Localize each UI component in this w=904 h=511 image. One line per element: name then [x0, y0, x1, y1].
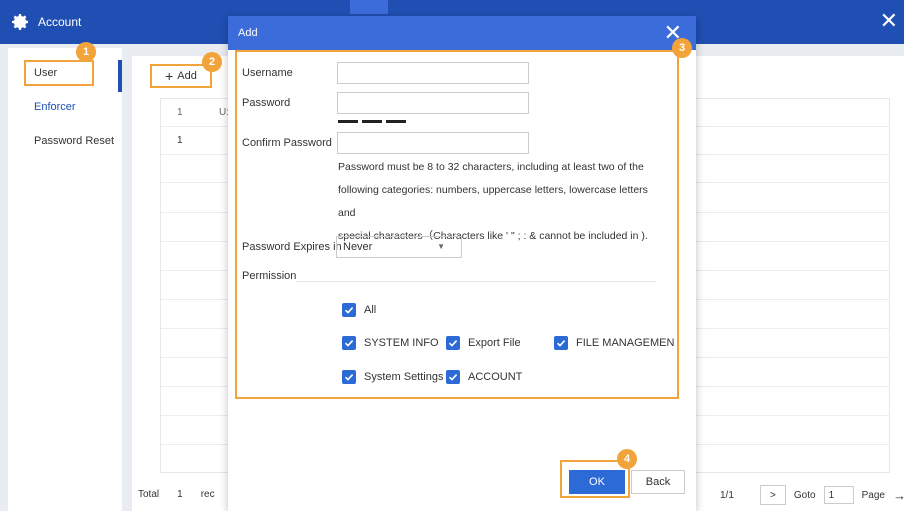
add-button[interactable]: + Add	[150, 64, 212, 88]
next-page-button[interactable]: >	[759, 485, 786, 505]
check-icon	[554, 336, 568, 350]
checkbox-file-management[interactable]: FILE MANAGEMEN	[554, 336, 674, 350]
checkbox-label: Export File	[468, 337, 521, 349]
checkbox-label: FILE MANAGEMEN	[576, 337, 675, 349]
checkbox-export-file[interactable]: Export File	[446, 336, 521, 350]
add-button-label: Add	[177, 70, 197, 82]
expires-value: Never	[343, 241, 373, 253]
sidebar-item-password-reset[interactable]: Password Reset	[8, 126, 122, 156]
top-nav-item-active[interactable]	[350, 0, 388, 14]
username-input[interactable]	[337, 62, 529, 84]
sidebar-item-user[interactable]: User	[8, 58, 122, 88]
step-badge-2: 2	[202, 52, 222, 72]
gear-icon	[12, 14, 28, 30]
dialog-title: Add	[238, 27, 258, 39]
pagination: 1/1 > Goto 1 Page →	[720, 485, 904, 505]
total-label: Total	[138, 489, 160, 500]
row-no: 1	[177, 135, 183, 146]
check-icon	[342, 303, 356, 317]
total-summary: Total 1 rec	[138, 489, 215, 500]
sidebar-item-enforcer[interactable]: Enforcer	[8, 92, 122, 122]
back-button[interactable]: Back	[631, 470, 685, 494]
checkbox-label: All	[364, 304, 377, 316]
go-arrow-icon[interactable]: →	[893, 488, 904, 503]
expires-select[interactable]: Never ▼	[336, 236, 462, 258]
check-icon	[446, 370, 460, 384]
username-label: Username	[242, 67, 293, 79]
divider	[296, 281, 656, 282]
step-badge-1: 1	[76, 42, 96, 62]
checkbox-label: SYSTEM INFO	[364, 337, 439, 349]
step-badge-4: 4	[617, 449, 637, 469]
password-strength-meter	[338, 120, 406, 123]
plus-icon: +	[165, 68, 174, 84]
header-no: 1	[177, 107, 183, 118]
sidebar-item-label: Enforcer	[34, 101, 76, 113]
sidebar-item-label: Password Reset	[34, 135, 115, 147]
strength-bar	[362, 120, 382, 123]
close-icon[interactable]: ✕	[880, 10, 898, 32]
password-label: Password	[242, 97, 291, 109]
total-count: 1	[177, 489, 183, 500]
hint-line: following categories: numbers, uppercase…	[338, 184, 648, 219]
app-title: Account	[38, 15, 82, 29]
checkbox-all[interactable]: All	[342, 303, 376, 317]
strength-bar	[338, 120, 358, 123]
top-nav-item[interactable]	[498, 0, 526, 14]
strength-bar	[386, 120, 406, 123]
goto-label: Goto	[793, 489, 816, 501]
password-input[interactable]	[337, 92, 529, 114]
goto-page-input[interactable]: 1	[823, 486, 854, 504]
chevron-down-icon: ▼	[437, 242, 445, 251]
checkbox-system-info[interactable]: SYSTEM INFO	[342, 336, 439, 350]
ok-button[interactable]: OK	[569, 470, 625, 494]
app-title-wrap: Account	[10, 12, 81, 32]
confirm-password-label: Confirm Password	[242, 137, 332, 149]
check-icon	[446, 336, 460, 350]
hint-line: Password must be 8 to 32 characters, inc…	[338, 161, 644, 173]
check-icon	[342, 336, 356, 350]
top-nav-item[interactable]	[544, 0, 572, 14]
top-nav-strip	[350, 0, 572, 16]
check-icon	[342, 370, 356, 384]
active-indicator	[118, 60, 122, 92]
password-hint: Password must be 8 to 32 characters, inc…	[338, 156, 668, 248]
expires-label: Password Expires in	[242, 241, 342, 253]
dialog-header: Add ✕	[228, 16, 696, 50]
checkbox-label: System Settings	[364, 371, 444, 383]
sidebar: User Enforcer Password Reset	[8, 48, 122, 511]
highlight-frame	[24, 60, 94, 86]
checkbox-label: ACCOUNT	[468, 371, 523, 383]
step-badge-3: 3	[672, 38, 692, 58]
top-nav-item[interactable]	[452, 0, 480, 14]
permission-label: Permission	[242, 270, 297, 282]
top-nav-item[interactable]	[406, 0, 434, 14]
page-label: Page	[861, 489, 885, 501]
checkbox-account[interactable]: ACCOUNT	[446, 370, 522, 384]
checkbox-system-settings[interactable]: System Settings	[342, 370, 443, 384]
page-info: 1/1	[720, 489, 734, 501]
records-label: rec	[200, 489, 215, 500]
confirm-password-input[interactable]	[337, 132, 529, 154]
